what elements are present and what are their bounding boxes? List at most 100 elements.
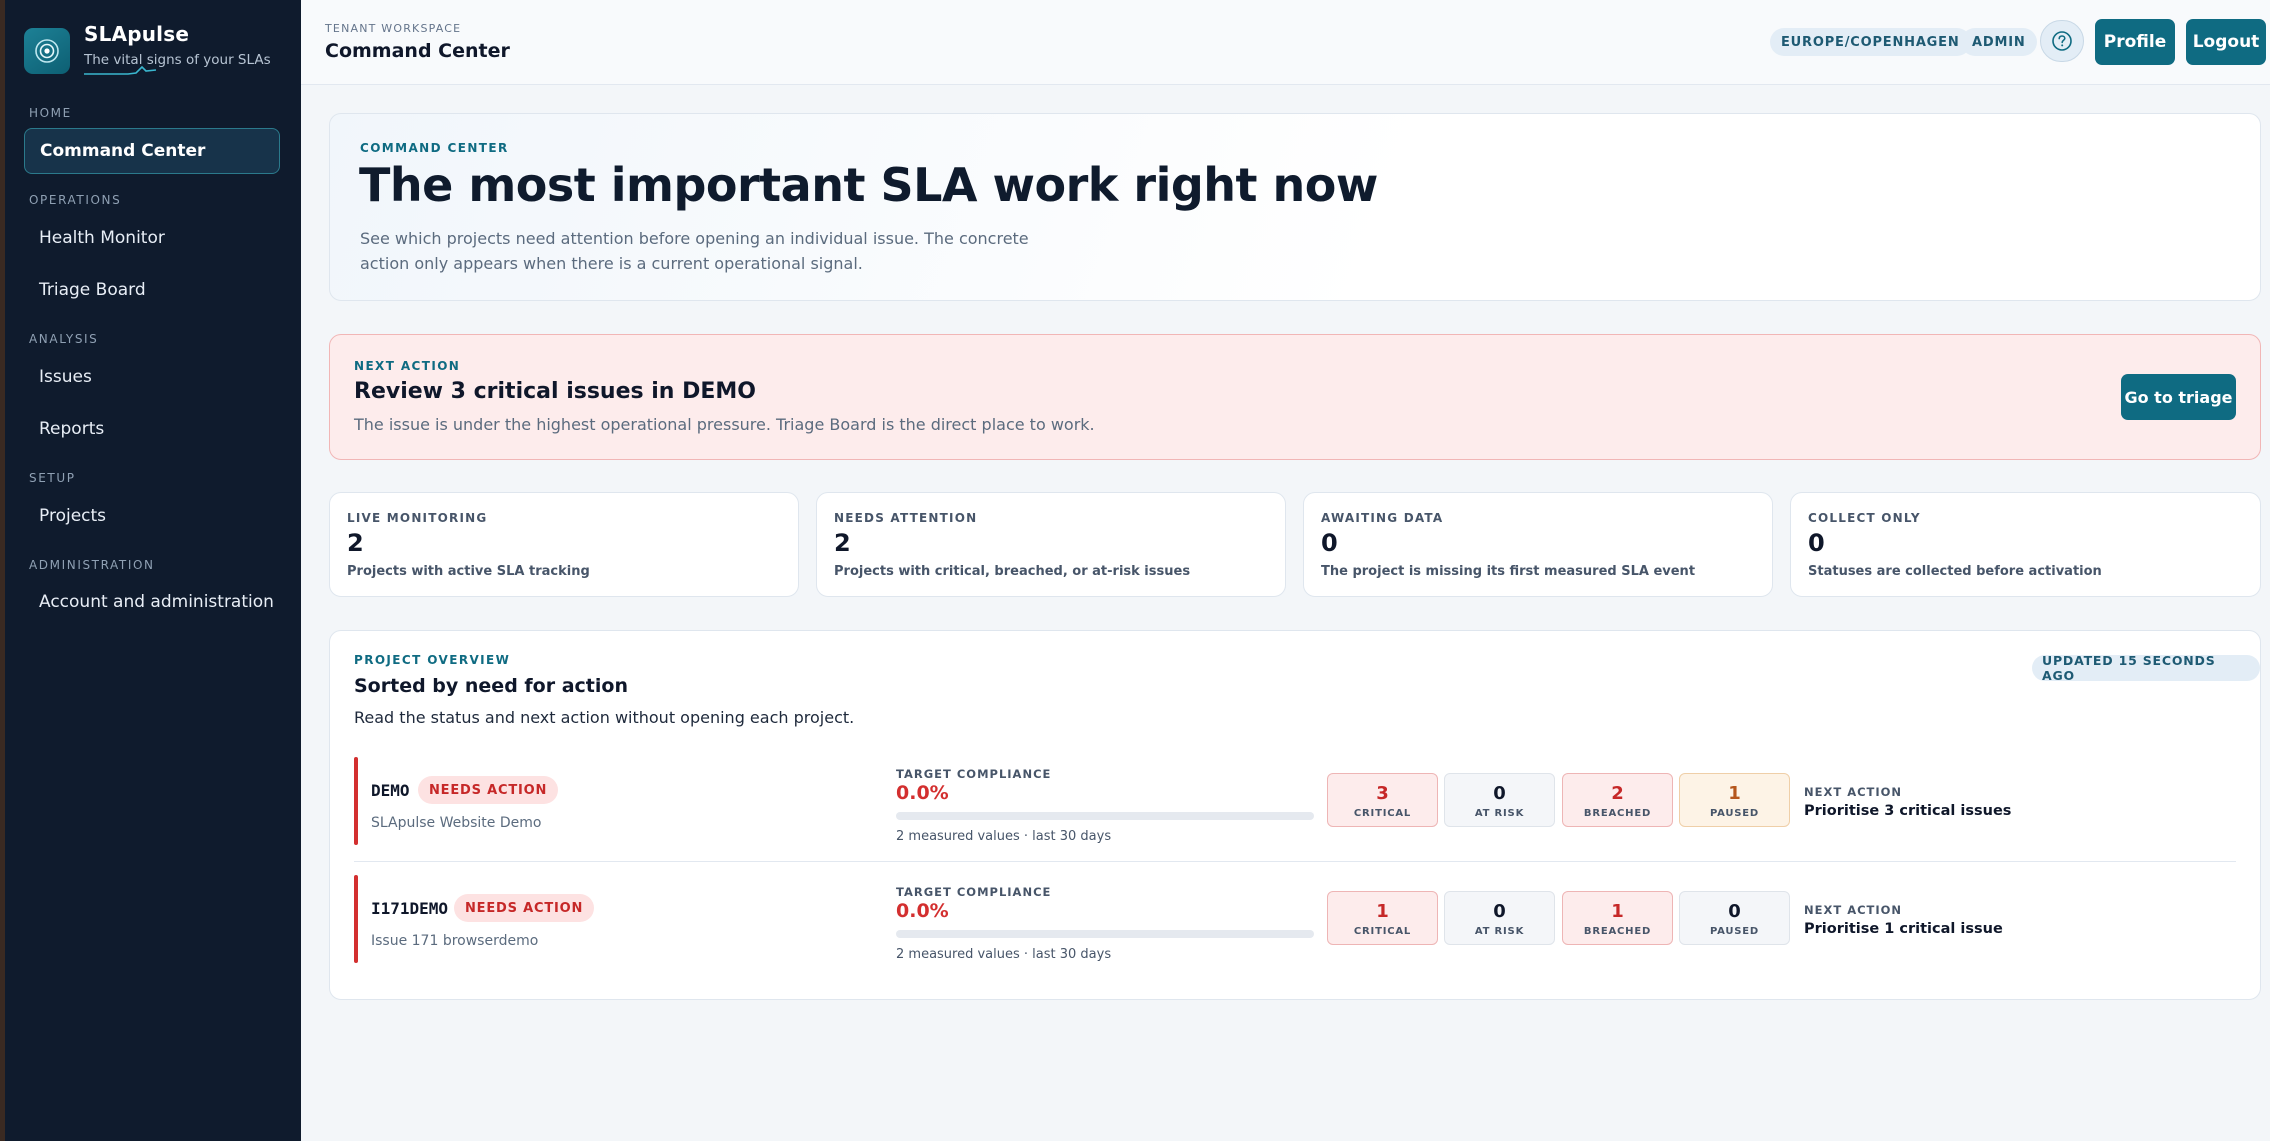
stat-description: Statuses are collected before activation — [1808, 564, 2102, 579]
next-action-description: The issue is under the highest operation… — [354, 415, 1095, 434]
count-critical[interactable]: 1 CRITICAL — [1327, 891, 1438, 945]
pulse-line-icon — [84, 65, 156, 75]
count-paused[interactable]: 0 PAUSED — [1679, 891, 1790, 945]
status-bar — [354, 875, 358, 963]
timezone-chip: EUROPE/COPENHAGEN — [1770, 28, 1971, 56]
overview-description: Read the status and next action without … — [354, 708, 855, 727]
brand-name: SLApulse — [84, 22, 190, 46]
stat-collect-only: COLLECT ONLY 0 Statuses are collected be… — [1790, 492, 2261, 597]
next-action-title: Review 3 critical issues in DEMO — [354, 379, 757, 404]
project-overview-card: PROJECT OVERVIEW Sorted by need for acti… — [329, 630, 2261, 1000]
project-row-i171demo[interactable]: I171DEMO NEEDS ACTION Issue 171 browserd… — [354, 875, 2236, 965]
count-number: 0 — [1728, 901, 1741, 922]
status-badge: NEEDS ACTION — [454, 894, 595, 922]
hero-card: COMMAND CENTER The most important SLA wo… — [329, 113, 2261, 301]
workspace-label: TENANT WORKSPACE — [325, 22, 462, 35]
stat-value: 0 — [1808, 529, 1825, 557]
stat-label: NEEDS ATTENTION — [834, 511, 978, 525]
count-paused[interactable]: 1 PAUSED — [1679, 773, 1790, 827]
status-badge: NEEDS ACTION — [418, 776, 559, 804]
sidebar-item-triage-board[interactable]: Triage Board — [24, 267, 280, 313]
sidebar-item-issues[interactable]: Issues — [24, 354, 280, 400]
stat-label: AWAITING DATA — [1321, 511, 1444, 525]
stat-awaiting-data: AWAITING DATA 0 The project is missing i… — [1303, 492, 1773, 597]
role-chip: ADMIN — [1961, 28, 2037, 56]
sidebar-item-projects[interactable]: Projects — [24, 493, 280, 539]
count-breached[interactable]: 2 BREACHED — [1562, 773, 1673, 827]
sidebar-item-reports[interactable]: Reports — [24, 406, 280, 452]
overview-eyebrow: PROJECT OVERVIEW — [354, 653, 511, 667]
status-bar — [354, 757, 358, 845]
nav-section-home: HOME — [29, 106, 72, 120]
stat-description: Projects with active SLA tracking — [347, 564, 590, 579]
count-label: BREACHED — [1583, 808, 1652, 819]
stat-value: 2 — [347, 529, 364, 557]
stat-live-monitoring: LIVE MONITORING 2 Projects with active S… — [329, 492, 799, 597]
project-key[interactable]: I171DEMO — [371, 899, 448, 918]
updated-badge: UPDATED 15 SECONDS AGO — [2032, 653, 2260, 683]
count-number: 1 — [1611, 901, 1624, 922]
compliance-meta: 2 measured values · last 30 days — [896, 947, 1112, 962]
profile-button[interactable]: Profile — [2095, 19, 2175, 65]
count-number: 0 — [1493, 783, 1506, 804]
next-action-eyebrow: NEXT ACTION — [354, 359, 461, 373]
hero-description: See which projects need attention before… — [360, 229, 1029, 273]
count-label: CRITICAL — [1353, 808, 1412, 819]
stat-value: 2 — [834, 529, 851, 557]
count-number: 1 — [1728, 783, 1741, 804]
sidebar-item-account-administration[interactable]: Account and administration — [24, 579, 280, 625]
sidebar-item-health-monitor[interactable]: Health Monitor — [24, 215, 280, 261]
stat-label: LIVE MONITORING — [347, 511, 488, 525]
count-at-risk[interactable]: 0 AT RISK — [1444, 773, 1555, 827]
next-action-label: NEXT ACTION — [1804, 785, 1903, 799]
nav-section-analysis: ANALYSIS — [29, 332, 99, 346]
count-label: AT RISK — [1474, 808, 1525, 819]
count-at-risk[interactable]: 0 AT RISK — [1444, 891, 1555, 945]
stat-needs-attention: NEEDS ATTENTION 2 Projects with critical… — [816, 492, 1286, 597]
count-label: AT RISK — [1474, 926, 1525, 937]
project-row-demo[interactable]: DEMO NEEDS ACTION SLApulse Website Demo … — [354, 757, 2236, 847]
row-divider — [354, 861, 2236, 862]
pulse-logo-icon — [24, 28, 70, 74]
next-action-value: Prioritise 1 critical issue — [1804, 921, 2003, 937]
stat-value: 0 — [1321, 529, 1338, 557]
overview-title: Sorted by need for action — [354, 675, 628, 697]
next-action-card: NEXT ACTION Review 3 critical issues in … — [329, 334, 2261, 460]
sidebar-item-command-center[interactable]: Command Center — [24, 128, 280, 174]
compliance-label: TARGET COMPLIANCE — [896, 767, 1052, 781]
count-number: 0 — [1493, 901, 1506, 922]
count-label: PAUSED — [1709, 808, 1760, 819]
count-number: 1 — [1376, 901, 1389, 922]
next-action-value: Prioritise 3 critical issues — [1804, 803, 2012, 819]
hero-title: The most important SLA work right now — [359, 158, 1378, 212]
project-name: SLApulse Website Demo — [371, 815, 542, 831]
count-number: 2 — [1611, 783, 1624, 804]
question-circle-icon — [2052, 31, 2072, 51]
count-breached[interactable]: 1 BREACHED — [1562, 891, 1673, 945]
count-critical[interactable]: 3 CRITICAL — [1327, 773, 1438, 827]
count-label: PAUSED — [1709, 926, 1760, 937]
stat-description: Projects with critical, breached, or at-… — [834, 564, 1191, 579]
project-name: Issue 171 browserdemo — [371, 933, 539, 949]
top-bar: TENANT WORKSPACE Command Center EUROPE/C… — [301, 0, 2270, 85]
compliance-meta: 2 measured values · last 30 days — [896, 829, 1112, 844]
go-to-triage-button[interactable]: Go to triage — [2121, 374, 2236, 420]
compliance-label: TARGET COMPLIANCE — [896, 885, 1052, 899]
count-label: BREACHED — [1583, 926, 1652, 937]
project-key[interactable]: DEMO — [371, 781, 410, 800]
compliance-progress — [896, 930, 1314, 938]
stat-label: COLLECT ONLY — [1808, 511, 1921, 525]
nav-section-setup: SETUP — [29, 471, 76, 485]
compliance-value: 0.0% — [896, 900, 949, 922]
page-title: Command Center — [325, 40, 510, 62]
stat-description: The project is missing its first measure… — [1321, 564, 1696, 579]
count-number: 3 — [1376, 783, 1389, 804]
logout-button[interactable]: Logout — [2186, 19, 2266, 65]
next-action-label: NEXT ACTION — [1804, 903, 1903, 917]
count-label: CRITICAL — [1353, 926, 1412, 937]
help-button[interactable] — [2040, 20, 2084, 62]
compliance-value: 0.0% — [896, 782, 949, 804]
compliance-progress — [896, 812, 1314, 820]
sidebar: SLApulse The vital signs of your SLAs HO… — [0, 0, 301, 1141]
nav-section-administration: ADMINISTRATION — [29, 558, 155, 572]
